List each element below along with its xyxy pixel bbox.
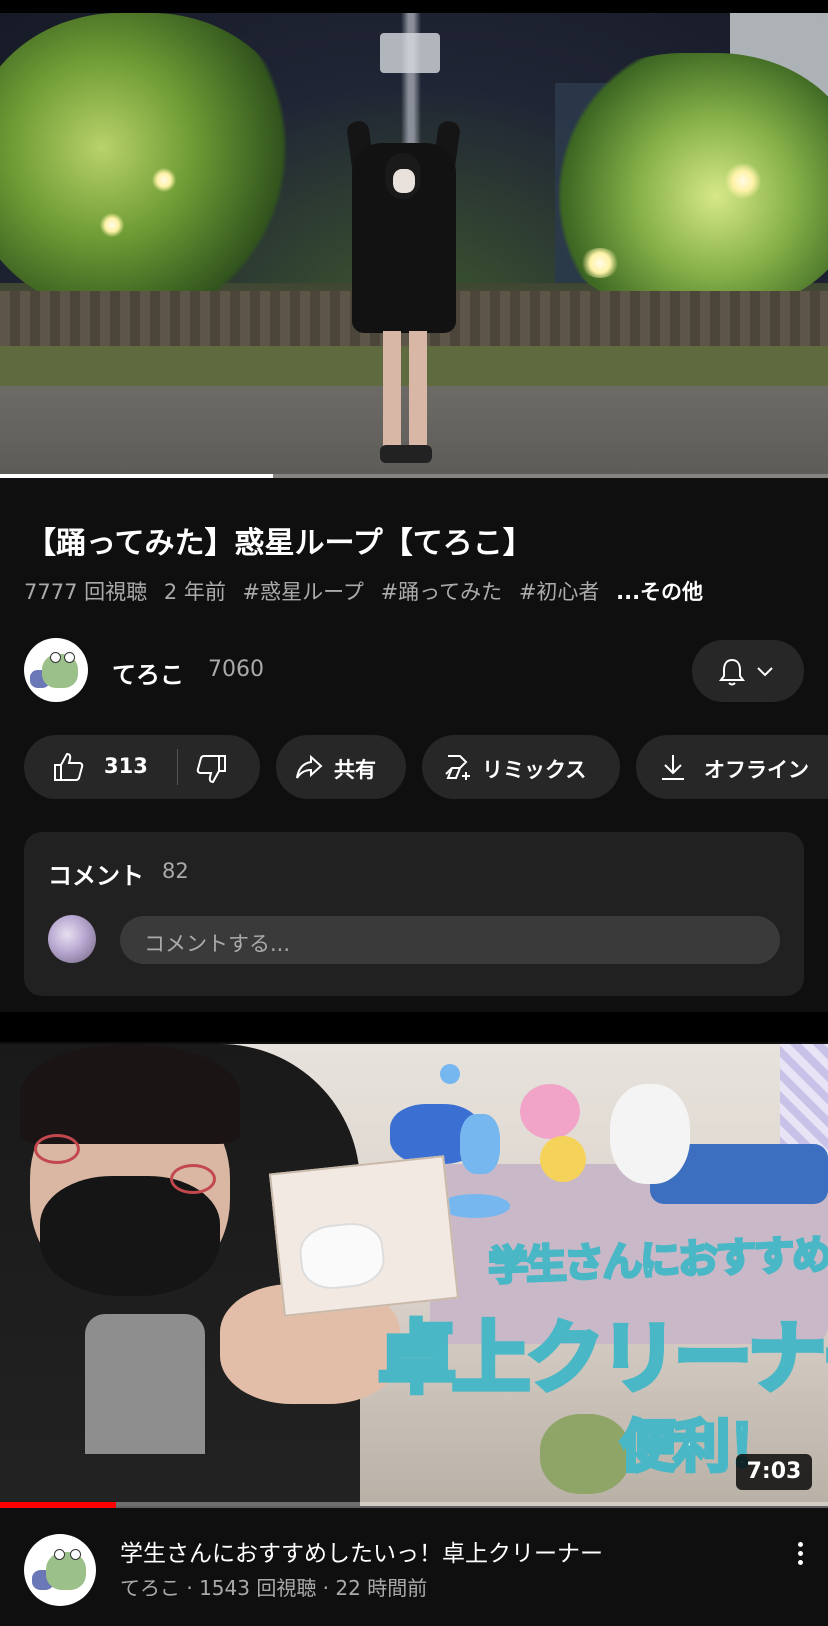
offline-label: オフライン: [704, 758, 809, 782]
remix-label: リミックス: [482, 758, 587, 782]
frog-eye: [50, 652, 61, 663]
scene-lamp: [152, 168, 176, 192]
hashtag[interactable]: #初心者: [519, 580, 600, 604]
video-progress-fill: [0, 474, 274, 478]
thumb-caption: 卓上クリーナー: [375, 1312, 828, 1407]
thumb-plush: [610, 1084, 690, 1184]
video-meta[interactable]: 7777 回視聴 2 年前 #惑星ループ #踊ってみた #初心者 ...その他: [24, 576, 713, 606]
frog-eye: [70, 1549, 81, 1560]
next-video-meta: てろこ · 1543 回視聴 · 22 時間前: [120, 1576, 428, 1600]
thumb-deco: [440, 1064, 460, 1084]
download-icon: [662, 755, 684, 780]
channel-name[interactable]: てろこ: [112, 655, 184, 690]
thumb-deco: [440, 1194, 510, 1218]
video-title: 【踊ってみた】惑星ループ【てろこ】: [26, 526, 533, 561]
remix-button[interactable]: リミックス: [422, 735, 620, 799]
thumb-frog-plush: [540, 1414, 630, 1494]
thumb-shirt: [85, 1314, 205, 1454]
thumb-blush-spiral: [170, 1164, 216, 1194]
video-progress-bar[interactable]: [0, 474, 828, 478]
like-divider: [177, 749, 178, 785]
comments-heading: コメント: [48, 862, 144, 890]
dancer-legs: [383, 331, 427, 451]
duration-badge: 7:03: [736, 1454, 812, 1490]
next-channel-avatar[interactable]: [24, 1534, 96, 1606]
comment-input[interactable]: コメントする...: [120, 916, 780, 964]
offline-button[interactable]: オフライン: [636, 735, 828, 799]
scene-trees: [0, 13, 300, 313]
thumb-plush: [520, 1084, 580, 1139]
like-dislike-pill: 313: [24, 735, 260, 799]
share-label: 共有: [334, 758, 376, 782]
watched-progress-fill: [0, 1502, 116, 1508]
dancer-shoes: [380, 445, 432, 463]
frog-eye: [64, 652, 75, 663]
watched-progress: [0, 1502, 828, 1508]
scene-tower-top: [380, 33, 440, 73]
frog-eye: [54, 1549, 65, 1560]
bell-icon: [719, 658, 773, 686]
video-player[interactable]: [0, 13, 828, 478]
chevron-down-icon: [757, 667, 773, 677]
share-icon: [296, 754, 323, 779]
comment-placeholder: コメントする...: [144, 932, 291, 956]
upload-age: 2 年前: [163, 580, 226, 604]
frog-illustration: [46, 1552, 86, 1590]
comments-card[interactable]: コメント 82 コメントする...: [24, 832, 804, 996]
like-icon[interactable]: [52, 750, 86, 784]
status-bar-strip: [0, 0, 828, 13]
channel-avatar[interactable]: [24, 638, 88, 702]
dislike-icon[interactable]: [194, 752, 228, 786]
hashtag[interactable]: #踊ってみた: [381, 580, 503, 604]
share-button[interactable]: 共有: [276, 735, 406, 799]
remix-icon: [445, 755, 470, 780]
like-count[interactable]: 313: [104, 754, 148, 778]
subscription-bell-button[interactable]: [692, 640, 804, 702]
view-count: 7777 回視聴: [24, 580, 148, 604]
scene-lamp: [580, 248, 620, 278]
scene-lamp: [100, 213, 124, 237]
next-video-thumbnail[interactable]: 学生さんにおすすめしたい 卓上クリーナー 便利！: [0, 1044, 828, 1506]
scene-trees: [540, 53, 828, 313]
thumb-plush: [540, 1136, 586, 1182]
thumb-bangs: [20, 1044, 240, 1144]
thumb-blush-spiral: [34, 1134, 80, 1164]
more-options-icon[interactable]: [790, 1538, 810, 1578]
user-avatar: [48, 915, 96, 963]
next-video-title[interactable]: 学生さんにおすすめしたいっ！卓上クリーナー: [120, 1534, 603, 1568]
subscriber-count: 7060: [208, 657, 264, 682]
scene-lamp: [725, 163, 761, 199]
dancer-face: [393, 169, 415, 193]
thumb-mask: [40, 1176, 220, 1296]
thumb-deco: [460, 1114, 500, 1174]
section-divider: [0, 1012, 828, 1042]
comments-count: 82: [162, 859, 189, 883]
more-link[interactable]: ...その他: [616, 580, 703, 604]
hashtag[interactable]: #惑星ループ: [243, 580, 364, 604]
